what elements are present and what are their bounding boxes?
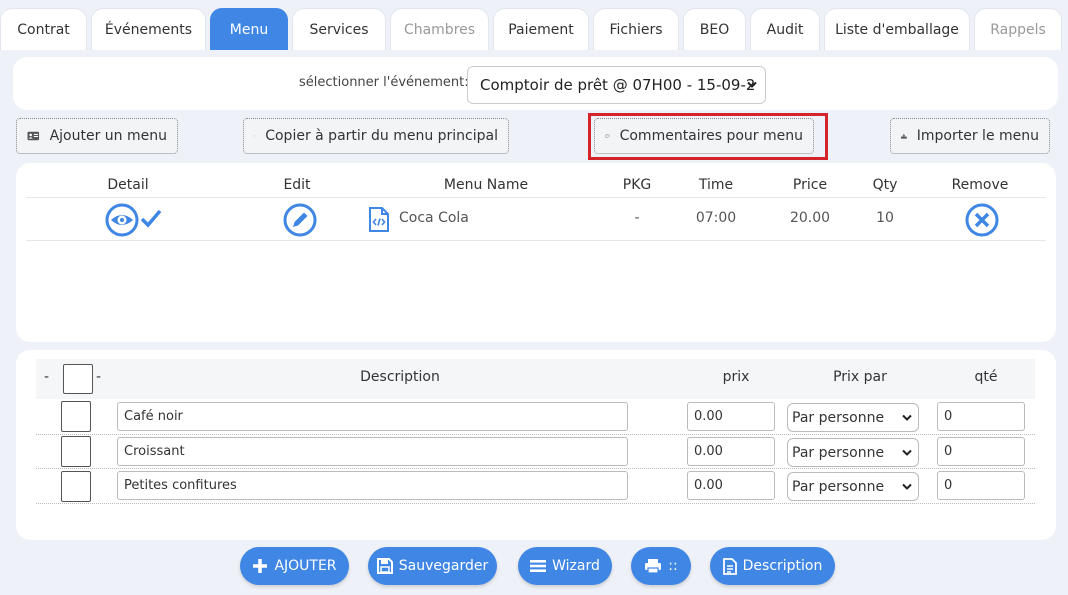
add-menu-button[interactable]: Ajouter un menu xyxy=(16,118,178,154)
price-per-value: Par personne xyxy=(792,444,885,461)
download-icon xyxy=(901,133,907,139)
document-icon xyxy=(722,557,737,575)
add-button-label: AJOUTER xyxy=(274,558,337,574)
tab-audit[interactable]: Audit xyxy=(750,8,820,50)
header-detail: Detail xyxy=(107,177,149,193)
chevron-down-icon xyxy=(902,449,912,456)
chevron-down-icon xyxy=(902,414,912,421)
pkg-cell: - xyxy=(634,210,640,226)
header-qte: qté xyxy=(974,369,998,385)
save-icon xyxy=(376,558,393,574)
tab-fichiers[interactable]: Fichiers xyxy=(593,8,679,50)
qty-input[interactable]: 0 xyxy=(937,471,1025,500)
list-icon xyxy=(530,560,547,572)
row-checkbox[interactable] xyxy=(61,436,91,467)
tab-paiement[interactable]: Paiement xyxy=(493,8,589,50)
header-menu-name: Menu Name xyxy=(443,177,529,193)
row-checkbox[interactable] xyxy=(61,471,91,502)
plus-icon xyxy=(253,559,268,573)
header-edit: Edit xyxy=(283,177,311,193)
header-prix-par: Prix par xyxy=(833,369,887,385)
wizard-button-label: Wizard xyxy=(552,558,600,574)
pencil-icon[interactable] xyxy=(283,203,317,237)
copy-main-menu-button[interactable]: Copier à partir du menu principal xyxy=(243,118,509,154)
menu-comments-button[interactable]: Commentaires pour menu xyxy=(594,118,814,154)
save-button[interactable]: Sauvegarder xyxy=(368,547,497,585)
price-input[interactable]: 0.00 xyxy=(687,437,775,466)
header-prix: prix xyxy=(722,369,750,385)
row-separator xyxy=(36,503,1035,504)
chevron-down-icon xyxy=(902,483,912,490)
save-button-label: Sauvegarder xyxy=(398,558,489,574)
qty-input[interactable]: 0 xyxy=(937,402,1025,431)
dash-right: - xyxy=(96,369,102,385)
code-file-icon xyxy=(369,207,389,232)
event-selector-card: sélectionner l'événement: Comptoir de pr… xyxy=(13,57,1058,110)
description-input[interactable]: Petites confitures xyxy=(117,471,628,500)
header-qty: Qty xyxy=(872,177,898,193)
copy-icon xyxy=(254,135,256,137)
check-icon xyxy=(140,209,162,228)
chevron-down-icon xyxy=(747,81,757,88)
comment-icon xyxy=(605,134,610,138)
event-selector-label: sélectionner l'événement: xyxy=(299,75,469,90)
description-input[interactable]: Café noir xyxy=(117,402,628,431)
add-menu-label: Ajouter un menu xyxy=(49,128,167,144)
tab-rappels[interactable]: Rappels xyxy=(974,8,1062,50)
tab-contrat[interactable]: Contrat xyxy=(0,8,87,50)
copy-main-menu-label: Copier à partir du menu principal xyxy=(265,128,498,144)
header-divider xyxy=(26,197,1046,198)
import-menu-label: Importer le menu xyxy=(916,128,1039,144)
price-input[interactable]: 0.00 xyxy=(687,402,775,431)
price-input[interactable]: 0.00 xyxy=(687,471,775,500)
qty-cell: 10 xyxy=(876,210,894,226)
print-button-label: :: xyxy=(668,558,678,574)
price-per-select[interactable]: Par personne xyxy=(787,403,919,432)
row-checkbox[interactable] xyxy=(61,401,91,432)
tab-evenements[interactable]: Événements xyxy=(91,8,206,50)
tab-liste-emballage[interactable]: Liste d'emballage xyxy=(824,8,970,50)
import-menu-button[interactable]: Importer le menu xyxy=(890,118,1050,154)
print-button[interactable]: :: xyxy=(631,547,691,585)
event-select-value: Comptoir de prêt @ 07H00 - 15-09-2 xyxy=(480,76,756,94)
header-price: Price xyxy=(792,177,828,193)
header-remove: Remove xyxy=(951,177,1009,193)
price-per-select[interactable]: Par personne xyxy=(787,472,919,501)
tab-services[interactable]: Services xyxy=(292,8,386,50)
select-all-checkbox[interactable] xyxy=(63,364,93,394)
add-button[interactable]: AJOUTER xyxy=(240,547,349,585)
price-cell: 20.00 xyxy=(789,210,831,226)
printer-icon xyxy=(645,559,662,574)
qty-input[interactable]: 0 xyxy=(937,437,1025,466)
row-separator xyxy=(36,468,1035,469)
menu-comments-label: Commentaires pour menu xyxy=(619,128,803,144)
description-button[interactable]: Description xyxy=(710,547,835,585)
dash-left: - xyxy=(44,369,50,385)
row-divider xyxy=(26,240,1046,241)
wizard-button[interactable]: Wizard xyxy=(518,547,612,585)
tab-beo[interactable]: BEO xyxy=(683,8,746,50)
tab-bar: Contrat Événements Menu Services Chambre… xyxy=(0,8,1068,50)
price-per-value: Par personne xyxy=(792,478,885,495)
description-button-label: Description xyxy=(742,558,823,574)
remove-circle-icon[interactable] xyxy=(965,203,999,237)
tab-menu[interactable]: Menu xyxy=(210,8,288,50)
row-separator xyxy=(36,434,1035,435)
description-input[interactable]: Croissant xyxy=(117,437,628,466)
menu-name-cell: Coca Cola xyxy=(399,210,469,226)
eye-icon[interactable] xyxy=(105,203,139,237)
time-cell: 07:00 xyxy=(695,210,737,226)
price-per-select[interactable]: Par personne xyxy=(787,438,919,467)
price-per-value: Par personne xyxy=(792,409,885,426)
header-time: Time xyxy=(698,177,734,193)
header-description: Description xyxy=(360,369,440,385)
event-select[interactable]: Comptoir de prêt @ 07H00 - 15-09-2 xyxy=(467,66,766,104)
tab-chambres[interactable]: Chambres xyxy=(390,8,489,50)
id-card-icon xyxy=(27,131,40,141)
header-pkg: PKG xyxy=(622,177,652,193)
